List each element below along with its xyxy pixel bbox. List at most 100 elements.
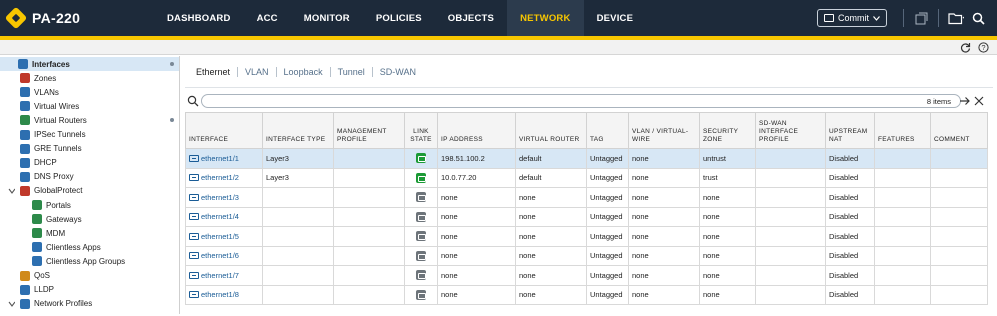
nav-tab-policies[interactable]: POLICIES — [363, 0, 435, 36]
apply-filter-icon[interactable] — [959, 95, 971, 109]
cell-features — [874, 245, 931, 266]
ethernet-port-icon — [189, 154, 199, 162]
tab-loopback[interactable]: Loopback — [277, 67, 331, 77]
vlans-icon — [20, 87, 30, 98]
config-folder-icon[interactable] — [948, 10, 964, 26]
interface-link[interactable]: ethernet1/6 — [189, 251, 259, 260]
tab-ethernet[interactable]: Ethernet — [189, 67, 239, 77]
nav-tab-objects[interactable]: OBJECTS — [435, 0, 507, 36]
cell-tag: Untagged — [586, 167, 629, 188]
tab-vlan[interactable]: VLAN — [238, 67, 277, 77]
table-row[interactable]: ethernet1/3 none none Untagged none none Disab… — [185, 187, 988, 208]
table-row[interactable]: ethernet1/2 Layer3 10.0.77.20 default Untagg… — [185, 167, 988, 188]
interface-link[interactable]: ethernet1/3 — [189, 193, 259, 202]
tab-tunnel[interactable]: Tunnel — [331, 67, 373, 77]
column-header-security-zone[interactable]: SECURITY ZONE — [699, 112, 756, 149]
nav-tab-device[interactable]: DEVICE — [584, 0, 647, 36]
column-header-virtual-router[interactable]: VIRTUAL ROUTER — [515, 112, 587, 149]
sidebar-item-zones[interactable]: Zones — [20, 71, 179, 85]
sidebar-item-ipsec-tunnels[interactable]: IPSec Tunnels — [20, 128, 179, 142]
ethernet-port-icon — [189, 213, 199, 221]
cell-interface: ethernet1/6 — [185, 245, 263, 266]
sidebar-item-clientless-app-groups[interactable]: Clientless App Groups — [32, 254, 179, 268]
ethernet-port-icon — [189, 271, 199, 279]
nav-tab-network[interactable]: NETWORK — [507, 0, 584, 36]
interface-link[interactable]: ethernet1/8 — [189, 290, 259, 299]
tab-sd-wan[interactable]: SD-WAN — [373, 67, 423, 77]
column-header-sd-wan-interface-profile[interactable]: SD-WAN INTERFACE PROFILE — [755, 112, 826, 149]
cell-comment — [930, 187, 988, 208]
column-header-tag[interactable]: TAG — [586, 112, 629, 149]
table-row[interactable]: ethernet1/6 none none Untagged none none Disab… — [185, 245, 988, 266]
column-header-ip-address[interactable]: IP ADDRESS — [437, 112, 516, 149]
cell-mgmt — [333, 265, 405, 286]
sidebar-item-lldp[interactable]: LLDP — [20, 283, 179, 297]
table-row[interactable]: ethernet1/4 none none Untagged none none Disab… — [185, 206, 988, 227]
cell-tag: Untagged — [586, 284, 629, 305]
sidebar-item-gateways[interactable]: Gateways — [32, 212, 179, 226]
sidebar-item-dhcp[interactable]: DHCP — [20, 156, 179, 170]
config-lock-icon[interactable] — [913, 10, 929, 26]
column-header-management-profile[interactable]: MANAGEMENT PROFILE — [333, 112, 405, 149]
interface-name: ethernet1/7 — [201, 270, 239, 280]
nav-tab-monitor[interactable]: MONITOR — [291, 0, 363, 36]
cell-features — [874, 284, 931, 305]
cell-sdwan — [755, 226, 826, 247]
cell-nat: Disabled — [825, 265, 875, 286]
column-header-features[interactable]: FEATURES — [874, 112, 931, 149]
cell-tag: Untagged — [586, 206, 629, 227]
cell-type — [262, 284, 334, 305]
interface-link[interactable]: ethernet1/2 — [189, 173, 259, 182]
sidebar-item-virtual-routers[interactable]: Virtual Routers — [20, 113, 179, 127]
column-header-interface-type[interactable]: INTERFACE TYPE — [262, 112, 334, 149]
table-row[interactable]: ethernet1/7 none none Untagged none none Disab… — [185, 265, 988, 286]
filter-input[interactable] — [201, 94, 961, 108]
app-logo[interactable]: PA-220 — [4, 6, 148, 30]
refresh-icon[interactable] — [960, 42, 971, 55]
cell-zone: untrust — [699, 148, 756, 169]
commit-button[interactable]: Commit — [817, 9, 887, 27]
sidebar-item-globalprotect[interactable]: GlobalProtect — [20, 184, 179, 198]
sidebar-item-gre-tunnels[interactable]: GRE Tunnels — [20, 142, 179, 156]
sidebar: Interfaces Zones VLANs Virtual Wires Virtual… — [0, 56, 180, 314]
sidebar-item-clientless-apps[interactable]: Clientless Apps — [32, 240, 179, 254]
column-header-interface[interactable]: INTERFACE — [185, 112, 263, 149]
sidebar-item-virtual-wires[interactable]: Virtual Wires — [20, 99, 179, 113]
cell-zone: trust — [699, 167, 756, 188]
column-header-upstream-nat[interactable]: UPSTREAM NAT — [825, 112, 875, 149]
clear-filter-icon[interactable] — [973, 95, 985, 109]
interface-link[interactable]: ethernet1/5 — [189, 232, 259, 241]
cell-type — [262, 245, 334, 266]
column-header-link-state[interactable]: LINK STATE — [404, 112, 438, 149]
expand-network-profiles-icon[interactable] — [8, 300, 15, 307]
nav-tab-acc[interactable]: ACC — [244, 0, 291, 36]
tab-divider — [185, 87, 993, 88]
interface-link[interactable]: ethernet1/4 — [189, 212, 259, 221]
nav-tab-dashboard[interactable]: DASHBOARD — [154, 0, 244, 36]
table-row[interactable]: ethernet1/1 Layer3 198.51.100.2 default Unta… — [185, 148, 988, 169]
cell-zone: none — [699, 245, 756, 266]
column-header-comment[interactable]: COMMENT — [930, 112, 988, 149]
table-row[interactable]: ethernet1/5 none none Untagged none none Disab… — [185, 226, 988, 247]
interface-link[interactable]: ethernet1/1 — [189, 154, 259, 163]
sidebar-item-dns-proxy[interactable]: DNS Proxy — [20, 170, 179, 184]
search-icon[interactable] — [970, 10, 986, 26]
sidebar-item-interfaces[interactable]: Interfaces — [0, 57, 179, 71]
sidebar-item-mdm[interactable]: MDM — [32, 226, 179, 240]
link-up-icon — [416, 153, 426, 164]
column-header-vlan-virtual-wire[interactable]: VLAN / VIRTUAL-WIRE — [628, 112, 700, 149]
interface-link[interactable]: ethernet1/7 — [189, 271, 259, 280]
table-row[interactable]: ethernet1/8 none none Untagged none none Disab… — [185, 284, 988, 305]
cell-link — [404, 167, 438, 188]
sidebar-item-vlans[interactable]: VLANs — [20, 85, 179, 99]
cell-features — [874, 226, 931, 247]
cell-interface: ethernet1/2 — [185, 167, 263, 188]
sidebar-item-qos[interactable]: QoS — [20, 269, 179, 283]
interface-name: ethernet1/4 — [201, 212, 239, 222]
sidebar-item-network-profiles[interactable]: Network Profiles — [20, 297, 179, 311]
ethernet-port-icon — [189, 291, 199, 299]
cell-features — [874, 167, 931, 188]
sidebar-item-portals[interactable]: Portals — [32, 198, 179, 212]
help-icon[interactable]: ? — [978, 42, 989, 55]
expand-globalprotect-icon[interactable] — [8, 187, 15, 194]
